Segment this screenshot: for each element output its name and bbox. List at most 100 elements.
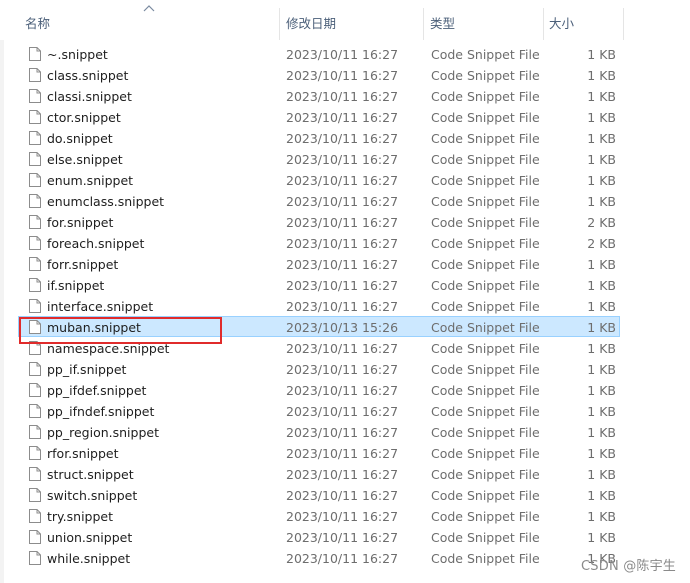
file-row[interactable]: pp_ifndef.snippet 2023/10/11 16:27 Code … <box>18 400 620 421</box>
file-type: Code Snippet File <box>431 194 540 209</box>
file-icon <box>29 299 41 313</box>
file-icon <box>29 278 41 292</box>
file-size: 1 KB <box>587 425 616 440</box>
file-type: Code Snippet File <box>431 299 540 314</box>
file-size: 2 KB <box>587 236 616 251</box>
file-name: else.snippet <box>47 152 123 167</box>
file-type: Code Snippet File <box>431 341 540 356</box>
file-modified-date: 2023/10/11 16:27 <box>286 362 399 377</box>
file-row[interactable]: do.snippet 2023/10/11 16:27 Code Snippet… <box>18 127 620 148</box>
file-row[interactable]: while.snippet 2023/10/11 16:27 Code Snip… <box>18 547 620 568</box>
file-type: Code Snippet File <box>431 320 540 335</box>
file-type: Code Snippet File <box>431 236 540 251</box>
file-row[interactable]: rfor.snippet 2023/10/11 16:27 Code Snipp… <box>18 442 620 463</box>
file-size: 1 KB <box>587 341 616 356</box>
file-modified-date: 2023/10/11 16:27 <box>286 215 399 230</box>
file-type: Code Snippet File <box>431 488 540 503</box>
column-separator[interactable] <box>423 8 424 40</box>
file-explorer-details-view: 名称 修改日期 类型 大小 ~.snippet 2023/10/11 16:27… <box>0 0 690 583</box>
file-type: Code Snippet File <box>431 68 540 83</box>
file-type: Code Snippet File <box>431 362 540 377</box>
file-name: rfor.snippet <box>47 446 119 461</box>
column-separator[interactable] <box>279 8 280 40</box>
file-modified-date: 2023/10/11 16:27 <box>286 236 399 251</box>
column-header-size[interactable]: 大小 <box>549 0 619 40</box>
file-row[interactable]: pp_ifdef.snippet 2023/10/11 16:27 Code S… <box>18 379 620 400</box>
file-row[interactable]: muban.snippet 2023/10/13 15:26 Code Snip… <box>18 316 620 337</box>
file-icon <box>29 509 41 523</box>
file-row[interactable]: ~.snippet 2023/10/11 16:27 Code Snippet … <box>18 43 620 64</box>
file-name: namespace.snippet <box>47 341 170 356</box>
file-row[interactable]: pp_if.snippet 2023/10/11 16:27 Code Snip… <box>18 358 620 379</box>
file-size: 1 KB <box>587 131 616 146</box>
file-size: 1 KB <box>587 68 616 83</box>
file-type: Code Snippet File <box>431 257 540 272</box>
column-header-date[interactable]: 修改日期 <box>286 0 422 40</box>
file-type: Code Snippet File <box>431 152 540 167</box>
file-type: Code Snippet File <box>431 47 540 62</box>
file-type: Code Snippet File <box>431 467 540 482</box>
file-name: pp_region.snippet <box>47 425 159 440</box>
file-name: ~.snippet <box>47 47 108 62</box>
file-size: 1 KB <box>587 362 616 377</box>
column-header-type[interactable]: 类型 <box>430 0 540 40</box>
file-icon <box>29 215 41 229</box>
file-icon <box>29 110 41 124</box>
file-icon <box>29 152 41 166</box>
file-type: Code Snippet File <box>431 404 540 419</box>
file-row[interactable]: else.snippet 2023/10/11 16:27 Code Snipp… <box>18 148 620 169</box>
column-separator[interactable] <box>623 8 624 40</box>
file-modified-date: 2023/10/11 16:27 <box>286 278 399 293</box>
file-name: muban.snippet <box>47 320 141 335</box>
file-row[interactable]: pp_region.snippet 2023/10/11 16:27 Code … <box>18 421 620 442</box>
file-name: pp_if.snippet <box>47 362 127 377</box>
file-modified-date: 2023/10/13 15:26 <box>286 320 399 335</box>
file-name: do.snippet <box>47 131 113 146</box>
file-modified-date: 2023/10/11 16:27 <box>286 404 399 419</box>
file-row[interactable]: enum.snippet 2023/10/11 16:27 Code Snipp… <box>18 169 620 190</box>
file-row[interactable]: foreach.snippet 2023/10/11 16:27 Code Sn… <box>18 232 620 253</box>
file-icon <box>29 47 41 61</box>
file-row[interactable]: namespace.snippet 2023/10/11 16:27 Code … <box>18 337 620 358</box>
file-row[interactable]: class.snippet 2023/10/11 16:27 Code Snip… <box>18 64 620 85</box>
file-icon <box>29 467 41 481</box>
file-row[interactable]: for.snippet 2023/10/11 16:27 Code Snippe… <box>18 211 620 232</box>
file-name: try.snippet <box>47 509 113 524</box>
file-row[interactable]: if.snippet 2023/10/11 16:27 Code Snippet… <box>18 274 620 295</box>
file-name: while.snippet <box>47 551 131 566</box>
file-row[interactable]: enumclass.snippet 2023/10/11 16:27 Code … <box>18 190 620 211</box>
file-modified-date: 2023/10/11 16:27 <box>286 47 399 62</box>
file-list: ~.snippet 2023/10/11 16:27 Code Snippet … <box>18 43 620 568</box>
file-size: 1 KB <box>587 404 616 419</box>
file-type: Code Snippet File <box>431 110 540 125</box>
file-row[interactable]: forr.snippet 2023/10/11 16:27 Code Snipp… <box>18 253 620 274</box>
file-size: 1 KB <box>587 173 616 188</box>
file-icon <box>29 320 41 334</box>
file-size: 1 KB <box>587 278 616 293</box>
file-icon <box>29 446 41 460</box>
column-header-bar: 名称 修改日期 类型 大小 <box>0 0 690 40</box>
file-row[interactable]: classi.snippet 2023/10/11 16:27 Code Sni… <box>18 85 620 106</box>
file-icon <box>29 551 41 565</box>
file-row[interactable]: interface.snippet 2023/10/11 16:27 Code … <box>18 295 620 316</box>
file-row[interactable]: ctor.snippet 2023/10/11 16:27 Code Snipp… <box>18 106 620 127</box>
file-size: 1 KB <box>587 509 616 524</box>
file-modified-date: 2023/10/11 16:27 <box>286 131 399 146</box>
column-separator[interactable] <box>543 8 544 40</box>
file-icon <box>29 257 41 271</box>
file-icon <box>29 488 41 502</box>
file-type: Code Snippet File <box>431 425 540 440</box>
file-name: ctor.snippet <box>47 110 121 125</box>
file-row[interactable]: try.snippet 2023/10/11 16:27 Code Snippe… <box>18 505 620 526</box>
file-icon <box>29 236 41 250</box>
file-type: Code Snippet File <box>431 530 540 545</box>
file-row[interactable]: union.snippet 2023/10/11 16:27 Code Snip… <box>18 526 620 547</box>
file-modified-date: 2023/10/11 16:27 <box>286 173 399 188</box>
file-type: Code Snippet File <box>431 509 540 524</box>
file-row[interactable]: struct.snippet 2023/10/11 16:27 Code Sni… <box>18 463 620 484</box>
file-size: 1 KB <box>587 194 616 209</box>
file-row[interactable]: switch.snippet 2023/10/11 16:27 Code Sni… <box>18 484 620 505</box>
file-name: forr.snippet <box>47 257 119 272</box>
file-icon <box>29 530 41 544</box>
file-icon <box>29 362 41 376</box>
